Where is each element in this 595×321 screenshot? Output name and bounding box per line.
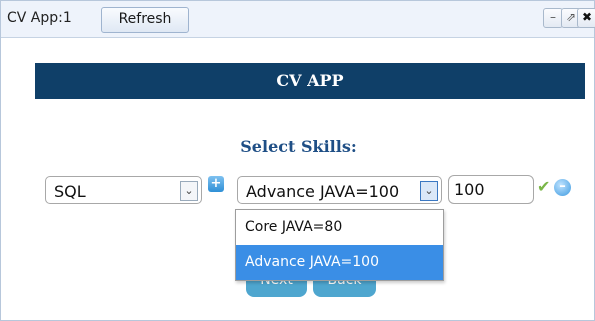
chevron-down-icon[interactable]: ⌄: [420, 181, 438, 201]
window-titlebar: CV App:1 Refresh – ⇗ ✖: [1, 1, 595, 38]
app-window: CV App:1 Refresh – ⇗ ✖ CV APP Select Ski…: [0, 0, 595, 321]
skill-select-value: Advance JAVA=100: [246, 182, 400, 201]
dropdown-option-advance-java[interactable]: Advance JAVA=100: [236, 245, 443, 280]
minus-icon[interactable]: –: [554, 179, 571, 196]
select-skills-heading: Select Skills:: [240, 137, 357, 156]
plus-icon[interactable]: +: [208, 176, 224, 192]
skill-select[interactable]: Advance JAVA=100 ⌄: [237, 176, 442, 204]
window-title: CV App:1: [7, 10, 72, 26]
skill-dropdown-list: Core JAVA=80 Advance JAVA=100: [235, 209, 444, 281]
refresh-button[interactable]: Refresh: [101, 7, 189, 33]
dropdown-option-core-java[interactable]: Core JAVA=80: [236, 210, 443, 245]
category-select-value: SQL: [54, 182, 86, 201]
category-select[interactable]: SQL ⌄: [45, 176, 202, 204]
chevron-down-icon[interactable]: ⌄: [180, 181, 198, 201]
close-icon[interactable]: ✖: [577, 8, 595, 28]
page-banner: CV APP: [35, 63, 585, 99]
minimize-icon[interactable]: –: [543, 8, 563, 28]
checkmark-icon[interactable]: ✔: [537, 177, 550, 196]
score-input[interactable]: 100: [448, 175, 534, 204]
